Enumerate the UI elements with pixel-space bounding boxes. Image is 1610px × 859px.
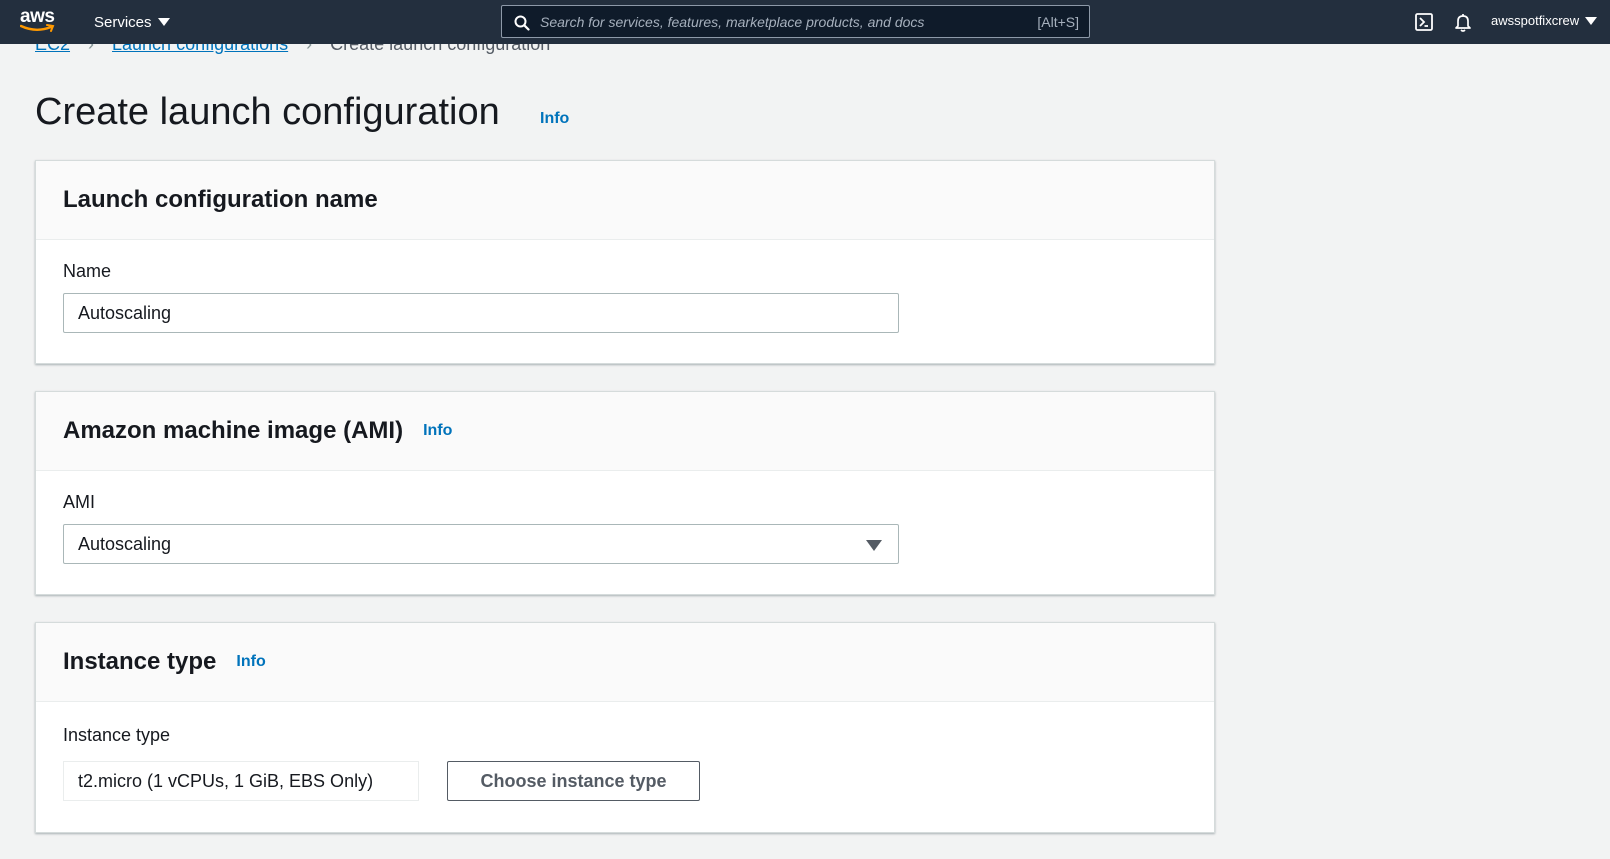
search-bar[interactable]: Search for services, features, marketpla…	[501, 5, 1090, 38]
ami-field-label: AMI	[63, 492, 96, 512]
services-label: Services	[94, 13, 152, 31]
instance-type-value: t2.micro (1 vCPUs, 1 GiB, EBS Only)	[63, 761, 419, 801]
instance-type-panel: Instance type Info Instance type t2.micr…	[35, 622, 1215, 833]
panel-header: Instance type Info	[36, 623, 1214, 702]
page-info-link[interactable]: Info	[540, 110, 569, 128]
aws-smile-icon	[20, 24, 55, 32]
instance-type-field-label: Instance type	[63, 725, 171, 745]
name-field-label: Name	[63, 261, 112, 281]
panel-heading: Amazon machine image (AMI)	[63, 417, 404, 444]
search-placeholder: Search for services, features, marketpla…	[540, 14, 925, 30]
cloudshell-icon[interactable]	[1414, 12, 1434, 32]
bell-icon[interactable]	[1453, 12, 1473, 32]
ami-info-link[interactable]: Info	[423, 422, 452, 440]
search-icon	[514, 15, 530, 31]
name-input[interactable]: Autoscaling	[63, 293, 899, 333]
search-shortcut-hint: [Alt+S]	[1037, 14, 1079, 30]
chevron-down-icon	[1585, 16, 1598, 25]
account-menu[interactable]: awsspotfixcrew	[1491, 13, 1598, 28]
account-name: awsspotfixcrew	[1491, 13, 1580, 28]
page-title: Create launch configuration	[35, 91, 500, 133]
services-menu-button[interactable]: Services	[94, 12, 170, 32]
panel-header: Amazon machine image (AMI) Info	[36, 392, 1214, 471]
top-navigation-bar: aws Services Search for services, featur…	[0, 0, 1610, 44]
launch-configuration-name-panel: Launch configuration name Name Autoscali…	[35, 160, 1215, 364]
ami-panel: Amazon machine image (AMI) Info AMI Auto…	[35, 391, 1215, 595]
instance-type-info-link[interactable]: Info	[236, 653, 265, 671]
ami-select[interactable]: Autoscaling	[63, 524, 899, 564]
chevron-down-icon	[157, 18, 170, 26]
aws-logo[interactable]: aws	[20, 7, 60, 35]
choose-instance-type-button[interactable]: Choose instance type	[447, 761, 700, 801]
caret-down-icon	[866, 540, 882, 551]
ami-selected-value: Autoscaling	[78, 533, 172, 554]
panel-heading: Launch configuration name	[63, 186, 378, 213]
panel-heading: Instance type	[63, 648, 217, 675]
panel-header: Launch configuration name	[36, 161, 1214, 240]
